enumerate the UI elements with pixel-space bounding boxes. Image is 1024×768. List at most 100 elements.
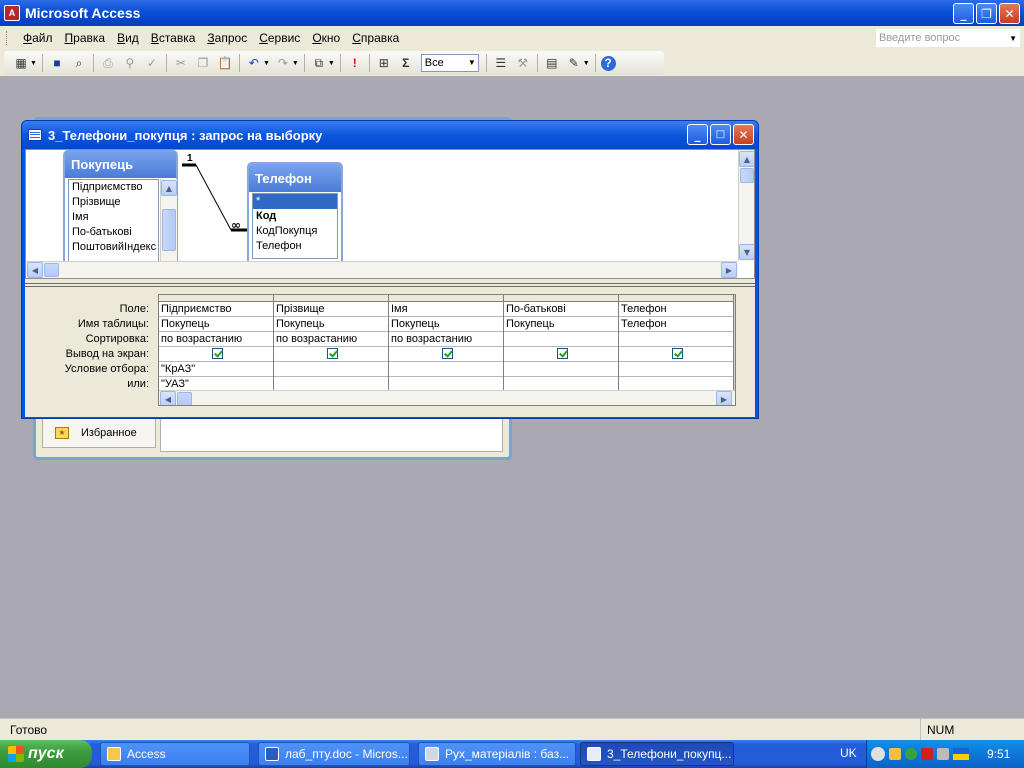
table-diagram-pane[interactable]: Покупець Підприємство Прізвище Імя По-ба… bbox=[25, 149, 755, 279]
chevron-down-icon[interactable]: ▼ bbox=[583, 60, 590, 67]
antivirus-icon[interactable] bbox=[921, 748, 933, 760]
query-window[interactable]: 3_Телефони_покупця : запрос на выборку _… bbox=[21, 120, 759, 419]
scroll-left-icon[interactable]: ◀ bbox=[27, 262, 43, 278]
clock[interactable]: 9:51 bbox=[987, 747, 1010, 761]
grid-vscroll[interactable]: ▲ ▼ bbox=[734, 295, 736, 391]
criteria-cell[interactable] bbox=[504, 362, 618, 377]
chevron-down-icon[interactable]: ▼ bbox=[263, 60, 270, 67]
scroll-thumb[interactable] bbox=[740, 168, 754, 183]
restore-button[interactable]: ❐ bbox=[976, 3, 997, 24]
volume-icon[interactable] bbox=[937, 748, 949, 760]
table-cell[interactable]: Телефон bbox=[619, 317, 733, 332]
help-icon[interactable]: ? bbox=[600, 55, 616, 71]
column-selector[interactable] bbox=[159, 295, 273, 302]
taskbar-button-access[interactable]: Access bbox=[100, 742, 250, 766]
chevron-down-icon[interactable]: ▼ bbox=[292, 60, 299, 67]
table-cell[interactable]: Покупець bbox=[504, 317, 618, 332]
menu-edit[interactable]: Правка bbox=[59, 31, 112, 45]
close-button[interactable]: ✕ bbox=[999, 3, 1020, 24]
show-cell[interactable] bbox=[274, 347, 388, 362]
menu-grip[interactable] bbox=[6, 31, 9, 45]
back-arrow-icon[interactable] bbox=[871, 747, 885, 761]
field-cell[interactable]: Прізвище bbox=[274, 302, 388, 317]
grid-hscroll[interactable]: ◀ ▶ bbox=[159, 390, 735, 405]
show-checkbox[interactable] bbox=[211, 348, 223, 359]
scroll-up-icon[interactable]: ▲ bbox=[739, 151, 754, 167]
flag-ua-icon[interactable] bbox=[953, 748, 969, 760]
start-button[interactable]: пуск bbox=[0, 740, 92, 768]
view-icon[interactable]: ▦ bbox=[12, 54, 30, 72]
show-cell[interactable] bbox=[159, 347, 273, 362]
print-icon[interactable]: ⎙ bbox=[99, 54, 117, 72]
column-selector[interactable] bbox=[389, 295, 503, 302]
sort-cell[interactable]: по возрастанию bbox=[159, 332, 273, 347]
sort-cell[interactable]: по возрастанию bbox=[389, 332, 503, 347]
grid-column[interactable]: Підприємство Покупець по возрастанию "Кр… bbox=[159, 295, 274, 392]
top-values-combo[interactable]: Все ▼ bbox=[420, 54, 479, 72]
show-table-icon[interactable]: ⊞ bbox=[375, 54, 393, 72]
build-icon[interactable]: ⚒ bbox=[514, 54, 532, 72]
taskbar-button-query[interactable]: 3_Телефони_покупц... bbox=[580, 742, 734, 766]
join-line[interactable]: 1 ∞ bbox=[26, 150, 755, 279]
scroll-right-icon[interactable]: ▶ bbox=[721, 262, 737, 278]
paste-icon[interactable]: 📋 bbox=[216, 54, 234, 72]
criteria-cell[interactable] bbox=[389, 362, 503, 377]
chevron-down-icon[interactable]: ▼ bbox=[468, 55, 476, 71]
table-cell[interactable]: Покупець bbox=[274, 317, 388, 332]
criteria-cell[interactable] bbox=[619, 362, 733, 377]
show-cell[interactable] bbox=[619, 347, 733, 362]
network-icon[interactable] bbox=[889, 748, 901, 760]
menu-file[interactable]: Файл bbox=[17, 31, 59, 45]
column-selector[interactable] bbox=[504, 295, 618, 302]
language-indicator[interactable]: UK bbox=[840, 746, 857, 760]
scroll-down-icon[interactable]: ▼ bbox=[735, 373, 736, 389]
query-design-grid[interactable]: Підприємство Покупець по возрастанию "Кр… bbox=[158, 294, 736, 406]
menu-view[interactable]: Вид bbox=[111, 31, 145, 45]
show-cell[interactable] bbox=[389, 347, 503, 362]
field-cell[interactable]: Телефон bbox=[619, 302, 733, 317]
grid-column[interactable]: Прізвище Покупець по возрастанию bbox=[274, 295, 389, 392]
field-cell[interactable]: По-батькові bbox=[504, 302, 618, 317]
scroll-thumb[interactable] bbox=[44, 263, 59, 277]
sort-cell[interactable] bbox=[504, 332, 618, 347]
query-minimize-button[interactable]: _ bbox=[687, 124, 708, 145]
query-close-button[interactable]: ✕ bbox=[733, 124, 754, 145]
field-cell[interactable]: Підприємство bbox=[159, 302, 273, 317]
menu-query[interactable]: Запрос bbox=[201, 31, 253, 45]
menu-insert[interactable]: Вставка bbox=[145, 31, 202, 45]
query-maximize-button[interactable]: □ bbox=[710, 124, 731, 145]
redo-icon[interactable]: ↷ bbox=[274, 54, 292, 72]
field-cell[interactable]: Імя bbox=[389, 302, 503, 317]
new-object-icon[interactable]: ✎ bbox=[565, 54, 583, 72]
grid-column[interactable]: Телефон Телефон bbox=[619, 295, 734, 392]
taskbar-button-database[interactable]: Рух_матеріалів : баз... bbox=[418, 742, 576, 766]
pane-splitter[interactable] bbox=[25, 283, 755, 287]
chevron-down-icon[interactable]: ▼ bbox=[328, 60, 335, 67]
utorrent-icon[interactable] bbox=[905, 748, 917, 760]
show-cell[interactable] bbox=[504, 347, 618, 362]
menu-help[interactable]: Справка bbox=[346, 31, 405, 45]
criteria-cell[interactable] bbox=[274, 362, 388, 377]
table-cell[interactable]: Покупець bbox=[159, 317, 273, 332]
copy-icon[interactable]: ❐ bbox=[194, 54, 212, 72]
show-checkbox[interactable] bbox=[671, 348, 683, 359]
spelling-icon[interactable]: ✓ bbox=[143, 54, 161, 72]
show-checkbox[interactable] bbox=[556, 348, 568, 359]
menu-window[interactable]: Окно bbox=[306, 31, 346, 45]
chevron-down-icon[interactable]: ▼ bbox=[1009, 30, 1017, 47]
print-preview-icon[interactable]: ⚲ bbox=[121, 54, 139, 72]
totals-icon[interactable]: Σ bbox=[397, 54, 415, 72]
grid-column[interactable]: Імя Покупець по возрастанию bbox=[389, 295, 504, 392]
scroll-up-icon[interactable]: ▲ bbox=[735, 296, 736, 312]
properties-icon[interactable]: ☰ bbox=[492, 54, 510, 72]
scroll-down-icon[interactable]: ▼ bbox=[739, 244, 754, 260]
minimize-button[interactable]: _ bbox=[953, 3, 974, 24]
column-selector[interactable] bbox=[619, 295, 733, 302]
sort-cell[interactable] bbox=[619, 332, 733, 347]
query-type-icon[interactable]: ⧉ bbox=[310, 54, 328, 72]
show-checkbox[interactable] bbox=[326, 348, 338, 359]
run-icon[interactable]: ! bbox=[346, 54, 364, 72]
save-icon[interactable]: ■ bbox=[48, 54, 66, 72]
cut-icon[interactable]: ✂ bbox=[172, 54, 190, 72]
scroll-thumb[interactable] bbox=[177, 392, 192, 405]
